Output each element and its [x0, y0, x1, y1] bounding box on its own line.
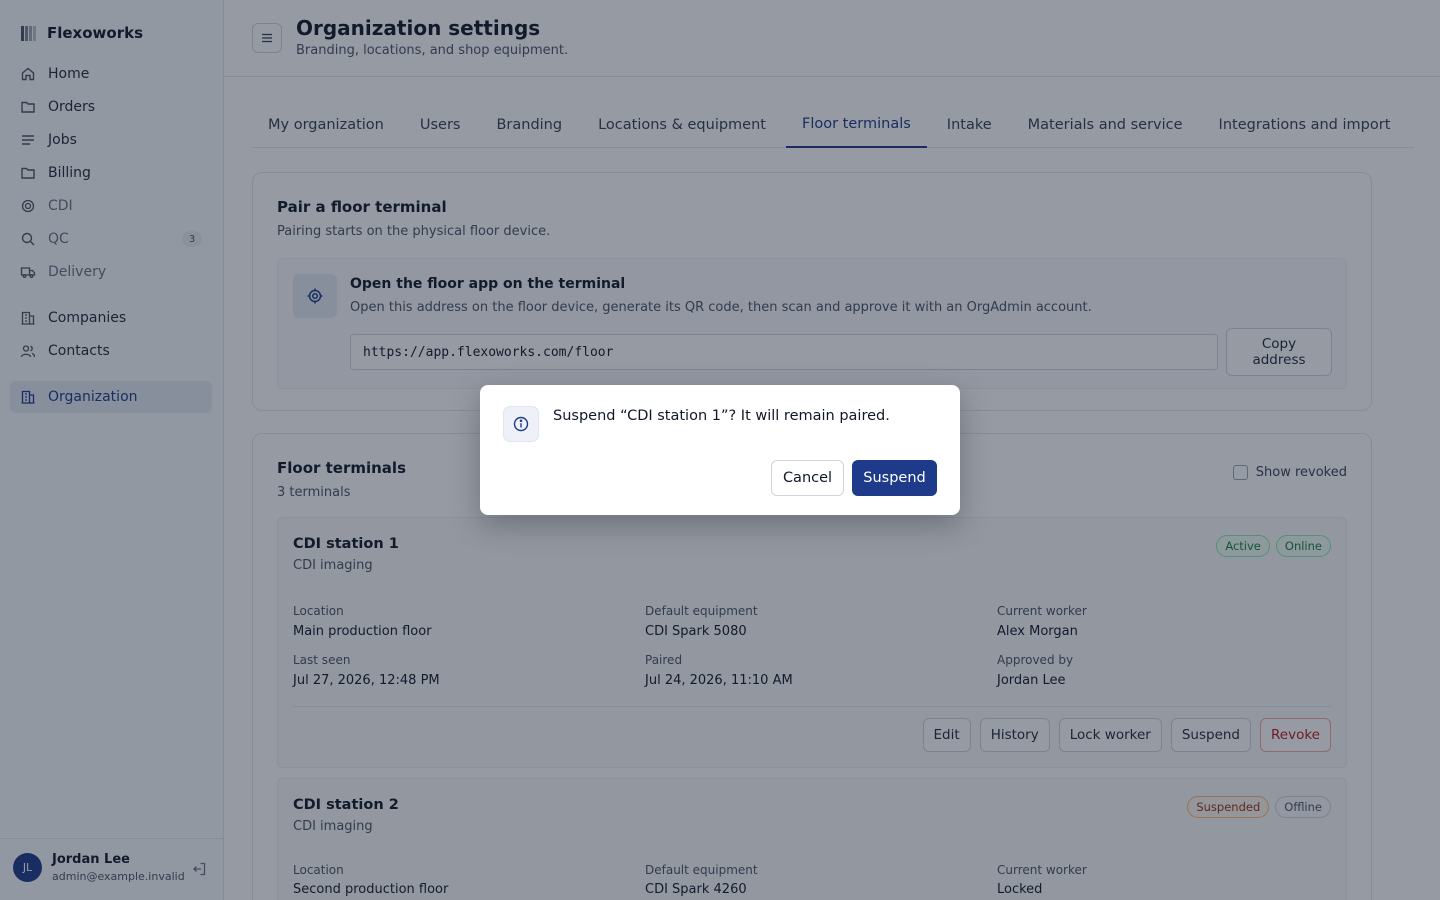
suspend-confirm-dialog: Suspend “CDI station 1”? It will remain …: [480, 385, 960, 515]
confirm-suspend-button[interactable]: Suspend: [852, 460, 937, 496]
cancel-button[interactable]: Cancel: [771, 460, 844, 496]
info-icon: [503, 406, 539, 442]
dialog-message: Suspend “CDI station 1”? It will remain …: [553, 408, 890, 424]
